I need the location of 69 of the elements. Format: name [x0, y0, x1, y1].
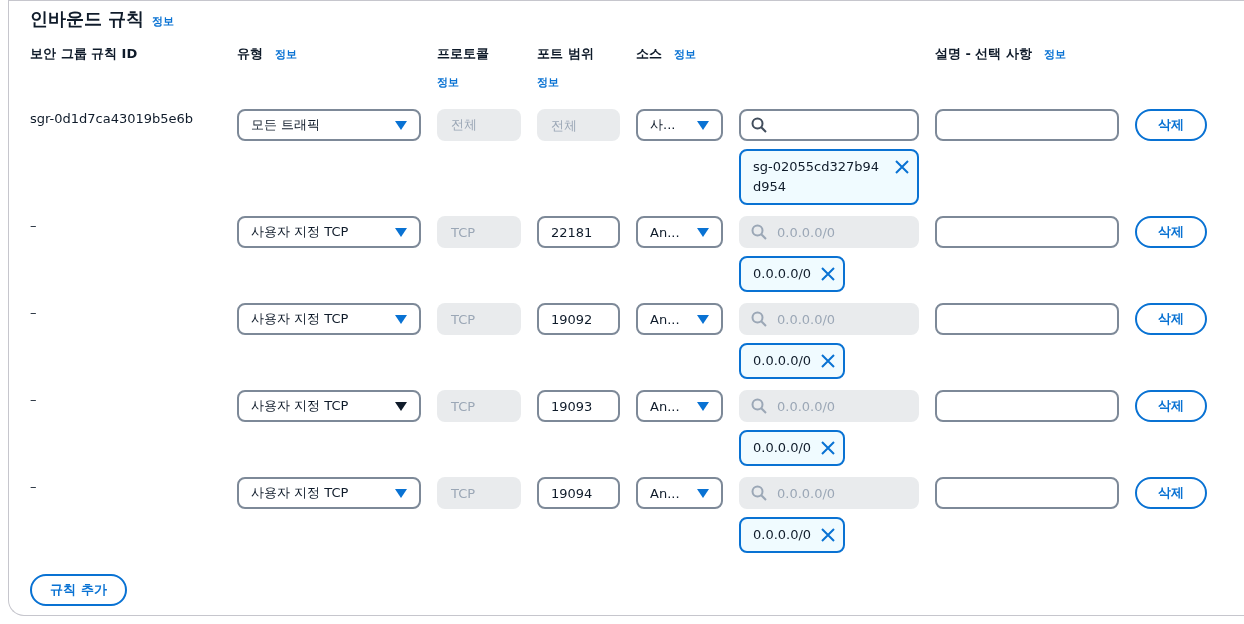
- source-token: 0.0.0.0/0: [739, 256, 846, 292]
- delete-button[interactable]: 삭제: [1135, 109, 1207, 141]
- info-link[interactable]: 정보: [437, 75, 521, 90]
- description-field[interactable]: [935, 216, 1119, 248]
- source-select[interactable]: An...: [636, 477, 723, 509]
- info-link[interactable]: 정보: [152, 14, 175, 29]
- caret-icon: [697, 314, 709, 324]
- column-header: 유형: [237, 45, 263, 63]
- column-header: 소스: [636, 45, 662, 63]
- type-select[interactable]: 사용자 지정 TCP: [237, 216, 421, 248]
- search-icon: [751, 224, 767, 240]
- column-header: 프로토콜: [437, 45, 489, 63]
- rule-id: –: [30, 391, 38, 409]
- source-token: 0.0.0.0/0: [739, 343, 846, 379]
- info-link[interactable]: 정보: [537, 75, 620, 90]
- close-icon[interactable]: [821, 354, 836, 368]
- column-header: 설명 - 선택 사항: [935, 45, 1032, 63]
- rule-id: sgr-0d1d7ca43019b5e6b: [30, 110, 195, 128]
- type-select[interactable]: 사용자 지정 TCP: [237, 390, 421, 422]
- port-range-field[interactable]: 22181: [537, 216, 620, 248]
- type-select[interactable]: 모든 트래픽: [237, 109, 421, 141]
- port-range-field[interactable]: 19094: [537, 477, 620, 509]
- description-field[interactable]: [935, 390, 1119, 422]
- rule-id: –: [30, 304, 38, 322]
- caret-icon: [697, 488, 709, 498]
- delete-button[interactable]: 삭제: [1135, 216, 1207, 248]
- search-field[interactable]: [739, 109, 919, 141]
- source-select[interactable]: An...: [636, 303, 723, 335]
- column-header: 보안 그룹 규칙 ID: [30, 45, 138, 63]
- description-field[interactable]: [935, 109, 1119, 141]
- source-token: sg-02055cd327b94d954: [739, 149, 919, 205]
- source-select[interactable]: 사...: [636, 109, 723, 141]
- source-select[interactable]: An...: [636, 390, 723, 422]
- info-link[interactable]: 정보: [1044, 46, 1066, 62]
- info-link[interactable]: 정보: [275, 46, 297, 62]
- caret-icon: [697, 227, 709, 237]
- protocol-field: 전체: [437, 109, 521, 141]
- protocol-field: TCP: [437, 477, 521, 509]
- delete-button[interactable]: 삭제: [1135, 390, 1207, 422]
- search-icon: [751, 311, 767, 327]
- port-range-field[interactable]: 19093: [537, 390, 620, 422]
- close-icon[interactable]: [821, 528, 836, 542]
- caret-icon: [697, 401, 709, 411]
- close-icon[interactable]: [821, 441, 836, 455]
- search-icon: [751, 398, 767, 414]
- rule-id: –: [30, 217, 38, 235]
- type-select[interactable]: 사용자 지정 TCP: [237, 477, 421, 509]
- source-select[interactable]: An...: [636, 216, 723, 248]
- section-title: 인바운드 규칙: [30, 7, 145, 31]
- add-rule-button[interactable]: 규칙 추가: [30, 574, 127, 606]
- search-icon: [751, 117, 767, 133]
- source-token: 0.0.0.0/0: [739, 430, 846, 466]
- caret-icon: [697, 120, 709, 130]
- column-header: 포트 범위: [537, 45, 594, 63]
- info-link[interactable]: 정보: [674, 46, 696, 62]
- search-icon: [751, 485, 767, 501]
- close-icon[interactable]: [895, 160, 909, 174]
- delete-button[interactable]: 삭제: [1135, 477, 1207, 509]
- source-token: 0.0.0.0/0: [739, 517, 846, 553]
- description-field[interactable]: [935, 477, 1119, 509]
- delete-button[interactable]: 삭제: [1135, 303, 1207, 335]
- type-select[interactable]: 사용자 지정 TCP: [237, 303, 421, 335]
- protocol-field: TCP: [437, 216, 521, 248]
- port-range-field[interactable]: 19092: [537, 303, 620, 335]
- close-icon[interactable]: [821, 267, 836, 281]
- rule-id: –: [30, 478, 38, 496]
- description-field[interactable]: [935, 303, 1119, 335]
- protocol-field: TCP: [437, 303, 521, 335]
- protocol-field: TCP: [437, 390, 521, 422]
